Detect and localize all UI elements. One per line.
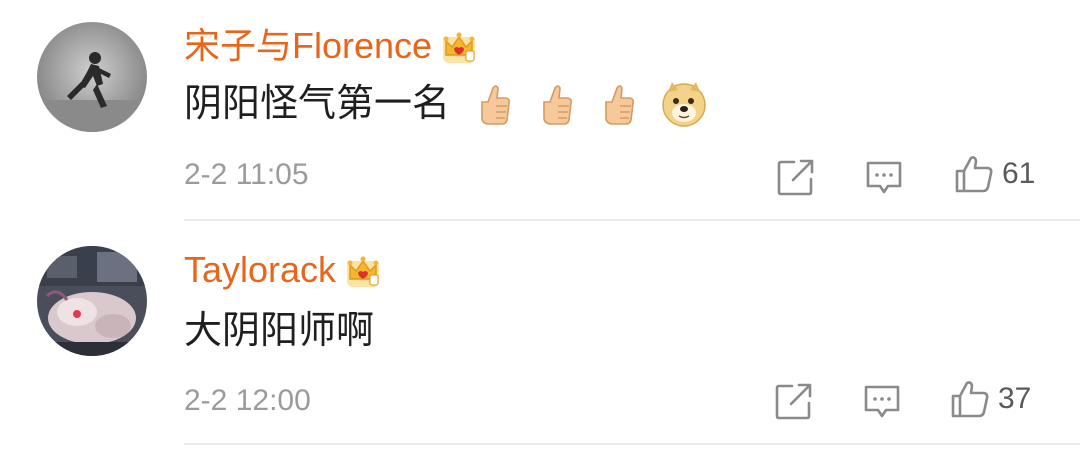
comment-button[interactable]	[864, 157, 904, 197]
username[interactable]: 宋子与Florence	[184, 24, 478, 68]
username-label[interactable]: 宋子与Florence	[184, 24, 432, 68]
thumbs-up-emoji	[605, 85, 635, 125]
repost-icon	[775, 383, 812, 420]
comment-text: 阴阳怪气第一名	[184, 80, 708, 128]
thumbs-up-emoji	[481, 85, 511, 125]
username-label[interactable]: Taylorack	[184, 248, 336, 292]
comment-text-label: 大阴阳师啊	[184, 310, 375, 352]
timestamp: 2-2 11:05	[184, 158, 309, 191]
comment-icon	[866, 161, 902, 194]
like-count: 61	[1002, 157, 1036, 190]
repost-button[interactable]	[774, 381, 814, 421]
like-icon	[951, 381, 989, 418]
repost-icon	[777, 159, 814, 196]
avatar[interactable]	[37, 246, 147, 356]
comment-icon	[864, 385, 900, 418]
doge-emoji	[662, 82, 706, 127]
repost-button[interactable]	[776, 157, 816, 197]
crown-vip-icon	[347, 256, 380, 287]
avatar[interactable]	[37, 22, 147, 132]
comment-button[interactable]	[862, 381, 902, 421]
comment-text-label: 阴阳怪气第一名	[184, 83, 451, 125]
username[interactable]: Taylorack	[184, 248, 382, 292]
like-count: 37	[998, 382, 1032, 415]
divider	[184, 219, 1080, 221]
crown-vip-icon	[443, 32, 476, 63]
like-icon	[955, 156, 993, 193]
comment-item: Taylorack 大阴阳师啊 2-2 12:00 37	[0, 222, 1080, 446]
divider	[184, 443, 1080, 445]
thumbs-up-emoji	[543, 85, 573, 125]
like-button[interactable]: 37	[950, 379, 1031, 419]
comment-item: 宋子与Florence 阴阳怪气第一名 2-2 11:05 61	[0, 0, 1080, 222]
like-button[interactable]: 61	[954, 154, 1035, 194]
comment-text: 大阴阳师啊	[184, 307, 374, 355]
timestamp: 2-2 12:00	[184, 384, 311, 417]
